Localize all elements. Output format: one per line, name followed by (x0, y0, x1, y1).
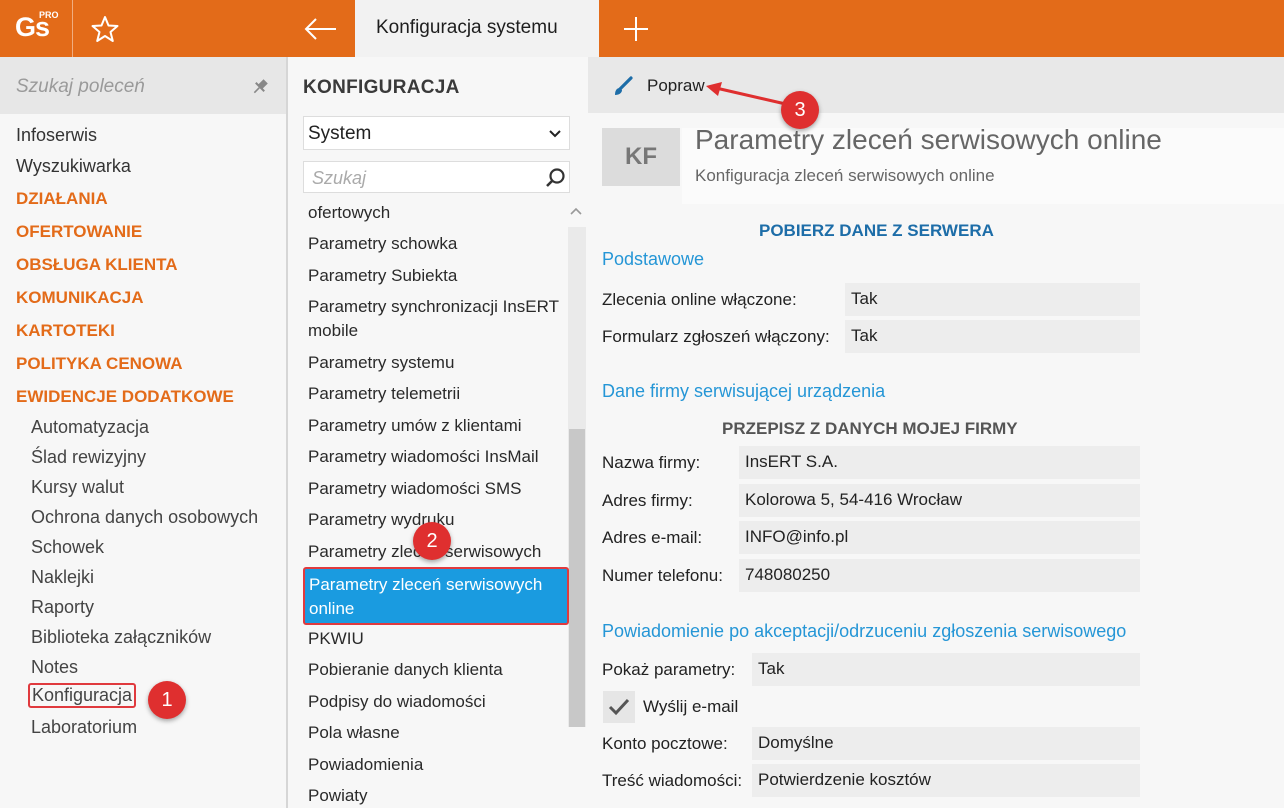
content-toolbar: Popraw (588, 57, 1284, 113)
config-search-input[interactable] (312, 167, 532, 189)
send-email-checkbox[interactable] (603, 691, 635, 723)
top-bar: Gs PRO Konfiguracja systemu (0, 0, 1284, 57)
field-label-email: Adres e-mail: (602, 528, 703, 547)
list-item[interactable]: Parametry Subiekta (308, 266, 457, 286)
send-email-label: Wyślij e-mail (643, 697, 739, 716)
field-form-enabled[interactable]: Tak (845, 320, 1140, 353)
list-item-label: Parametry zleceń serwisowych online (309, 575, 543, 618)
nav-item-ochrona-danych[interactable]: Ochrona danych osobowych (31, 507, 258, 528)
annotation-badge-2: 2 (413, 522, 451, 560)
section-notification: Powiadomienie po akceptacji/odrzuceniu z… (602, 621, 1127, 641)
nav-category-dzialania[interactable]: DZIAŁANIA (16, 189, 108, 209)
nav-item-slad-rewizyjny[interactable]: Ślad rewizyjny (31, 447, 146, 468)
nav-item-laboratorium[interactable]: Laboratorium (31, 717, 137, 738)
plus-icon (624, 17, 648, 41)
field-company-address[interactable]: Kolorowa 5, 54-416 Wrocław (739, 484, 1140, 517)
search-icon[interactable] (544, 167, 566, 189)
list-item[interactable]: Pola własne (308, 723, 400, 743)
tab-konfiguracja-systemu[interactable]: Konfiguracja systemu (355, 0, 599, 57)
annotation-badge-1: 1 (148, 681, 186, 719)
list-item[interactable]: Parametry wiadomości InsMail (308, 447, 539, 467)
list-item[interactable]: Parametry wiadomości SMS (308, 479, 522, 499)
field-label-show-params: Pokaż parametry: (602, 660, 736, 679)
logo-badge: PRO (39, 10, 59, 20)
annotation-badge-3: 3 (781, 91, 819, 129)
logo-divider (72, 0, 73, 57)
tab-label: Konfiguracja systemu (376, 17, 558, 38)
field-online-enabled[interactable]: Tak (845, 283, 1140, 316)
field-mail-account[interactable]: Domyślne (752, 727, 1140, 760)
page-subtitle: Konfiguracja zleceń serwisowych online (695, 166, 995, 185)
nav-item-raporty[interactable]: Raporty (31, 597, 94, 618)
nav-item-infoserwis[interactable]: Infoserwis (16, 125, 97, 146)
panel-title: KONFIGURACJA (303, 77, 460, 98)
list-item[interactable]: Parametry telemetrii (308, 384, 460, 404)
field-label-form-enabled: Formularz zgłoszeń włączony: (602, 327, 830, 346)
category-select[interactable]: System (303, 116, 570, 150)
field-label-mail-account: Konto pocztowe: (602, 734, 728, 753)
brush-icon[interactable] (612, 75, 634, 97)
nav-item-konfiguracja[interactable]: Konfiguracja (28, 683, 137, 708)
nav-item-biblioteka-zalacznikow[interactable]: Biblioteka załączników (31, 627, 211, 648)
field-company-name[interactable]: InsERT S.A. (739, 446, 1140, 479)
field-email[interactable]: INFO@info.pl (739, 521, 1140, 554)
back-arrow-icon (304, 18, 336, 40)
star-icon (91, 16, 119, 42)
list-item-continued[interactable]: mobile (308, 321, 358, 341)
section-basic: Podstawowe (602, 249, 705, 269)
list-item-zlecen-serwisowych-online[interactable]: Parametry zleceń serwisowych online (303, 567, 569, 625)
nav-item-automatyzacja[interactable]: Automatyzacja (31, 417, 149, 438)
nav-item-naklejki[interactable]: Naklejki (31, 567, 94, 588)
scroll-up-icon[interactable] (569, 206, 583, 216)
field-message-content[interactable]: Potwierdzenie kosztów (752, 764, 1140, 797)
nav-item-wyszukiwarka[interactable]: Wyszukiwarka (16, 156, 131, 177)
field-label-company-address: Adres firmy: (602, 491, 693, 510)
nav-category-komunikacja[interactable]: KOMUNIKACJA (16, 288, 144, 308)
copy-from-my-company-link[interactable]: PRZEPISZ Z DANYCH MOJEJ FIRMY (722, 419, 1018, 439)
list-item[interactable]: Parametry systemu (308, 353, 454, 373)
pin-button[interactable] (250, 77, 270, 97)
page-title: Parametry zleceń serwisowych online (695, 124, 1162, 155)
nav-item-schowek[interactable]: Schowek (31, 537, 104, 558)
list-item[interactable]: ofertowych (308, 203, 390, 223)
field-label-company-name: Nazwa firmy: (602, 453, 701, 472)
command-search-bar (0, 57, 286, 114)
list-item[interactable]: Podpisy do wiadomości (308, 692, 486, 712)
field-label-online-enabled: Zlecenia online włączone: (602, 290, 797, 309)
nav-category-ewidencje-dodatkowe[interactable]: EWIDENCJE DODATKOWE (16, 387, 234, 407)
list-item[interactable]: Parametry umów z klientami (308, 416, 522, 436)
nav-item-kursy-walut[interactable]: Kursy walut (31, 477, 124, 498)
nav-category-polityka-cenowa[interactable]: POLITYKA CENOWA (16, 354, 183, 374)
pin-icon (253, 79, 268, 94)
checkmark-icon (608, 698, 630, 716)
list-item[interactable]: Powiaty (308, 786, 368, 806)
list-item[interactable]: PKWIU (308, 629, 364, 649)
nav-category-ofertowanie[interactable]: OFERTOWANIE (16, 222, 142, 242)
nav-category-obsluga-klienta[interactable]: OBSŁUGA KLIENTA (16, 255, 178, 275)
nav-category-kartoteki[interactable]: KARTOTEKI (16, 321, 115, 341)
field-phone[interactable]: 748080250 (739, 559, 1140, 592)
section-company: Dane firmy serwisującej urządzenia (602, 381, 886, 401)
field-label-phone: Numer telefonu: (602, 566, 723, 585)
fetch-from-server-link[interactable]: POBIERZ DANE Z SERWERA (759, 221, 994, 241)
category-select-value: System (308, 123, 372, 144)
nav-item-notes[interactable]: Notes (31, 657, 78, 678)
field-show-params[interactable]: Tak (752, 653, 1140, 686)
back-button[interactable] (298, 12, 342, 46)
list-item[interactable]: Powiadomienia (308, 755, 423, 775)
config-search-box (303, 161, 570, 193)
chevron-down-icon (549, 130, 561, 138)
field-label-message-content: Treść wiadomości: (602, 771, 743, 790)
list-item[interactable]: Parametry schowka (308, 234, 457, 254)
scrollbar-thumb[interactable] (569, 429, 585, 727)
list-item[interactable]: Parametry synchronizacji InsERT (308, 297, 559, 317)
app-logo[interactable]: Gs PRO (0, 0, 72, 57)
edit-button[interactable]: Popraw (647, 76, 705, 96)
module-badge: KF (602, 128, 680, 186)
new-tab-button[interactable] (619, 12, 653, 46)
favorite-button[interactable] (88, 13, 122, 45)
list-item[interactable]: Pobieranie danych klienta (308, 660, 503, 680)
command-search-input[interactable] (16, 73, 236, 101)
